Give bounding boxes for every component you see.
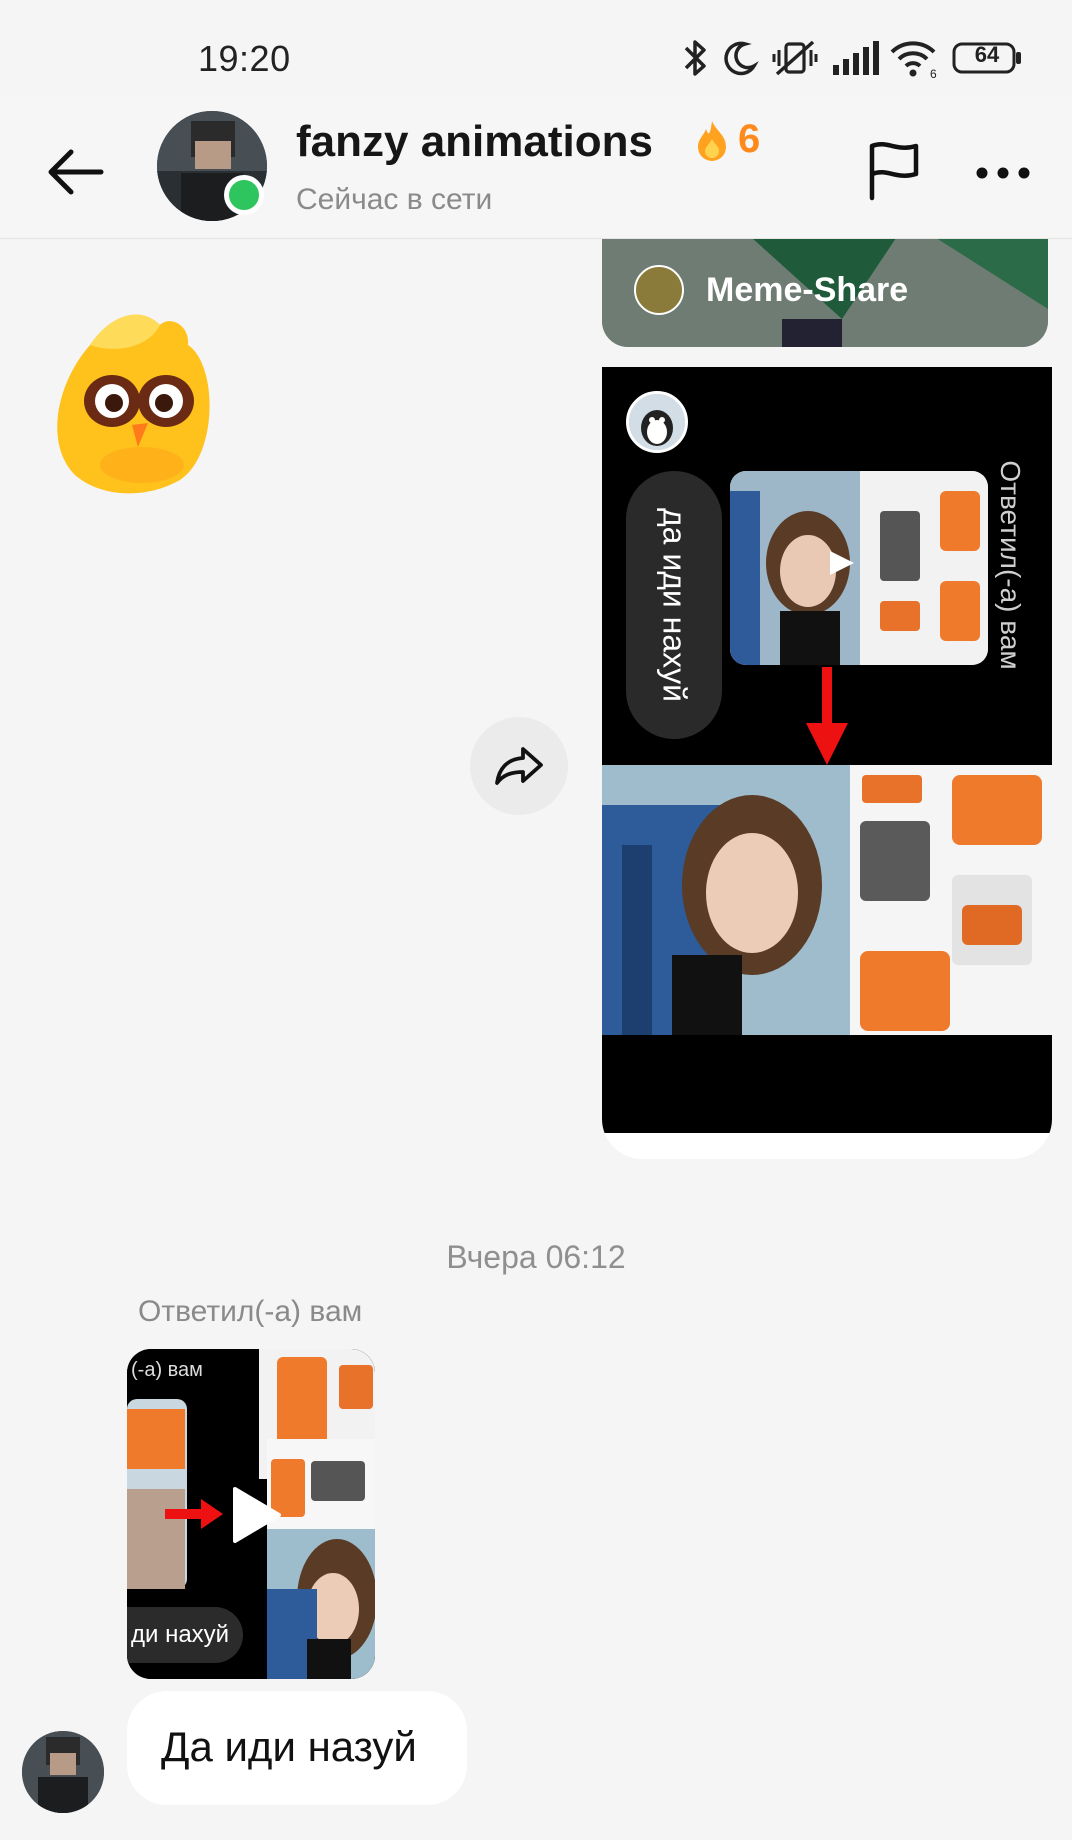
shared-post-label: Meme-Share [706,271,909,309]
presence-status: Сейчас в сети [296,183,493,216]
shared-post-card[interactable]: Meme-Share [602,239,1048,347]
back-arrow-icon [48,149,104,195]
video-thumbnail-large [602,765,1052,1035]
red-arrow-icon [806,667,848,765]
shared-video-message[interactable]: да иди нахуй Ответил(-а) вам [602,367,1052,1159]
forward-button[interactable] [470,717,568,815]
moon-icon [720,38,760,78]
back-button[interactable] [40,137,110,207]
svg-text:6: 6 [930,67,937,78]
replied-label: Ответил(-а) вам [138,1295,363,1328]
message-bubble[interactable]: Да иди назуй [127,1691,467,1805]
vibrate-off-icon [770,38,820,78]
reply-thumb-bottom-text: ди нахуй [127,1607,243,1663]
shared-post-avatar [634,265,684,315]
contact-name[interactable]: fanzy animations [296,117,653,167]
report-button[interactable] [860,135,928,207]
battery-level: 64 [974,42,1000,67]
play-icon[interactable] [229,1485,283,1545]
chick-sticker[interactable] [50,305,220,495]
chat-area[interactable]: Meme-Share да иди нахуй Ответил(-а) вам [0,239,1072,1840]
flame-icon [698,120,726,161]
bluetooth-icon [678,38,712,78]
signal-icon [830,38,880,78]
status-time: 19:20 [198,38,291,79]
video-thumbnail-small [730,471,988,665]
streak-badge: 6 [694,117,760,162]
share-arrow-icon [495,747,543,785]
reply-video-thumbnail[interactable]: (-а) вам ди нахуй [127,1349,375,1679]
more-options-button[interactable] [970,143,1036,203]
reply-thumb-top-text: (-а) вам [131,1359,203,1381]
video-frame[interactable]: да иди нахуй Ответил(-а) вам [602,367,1052,1133]
status-bar: 19:20 6 64 [0,0,1072,108]
date-divider: Вчера 06:12 [446,1239,626,1275]
sender-avatar[interactable] [22,1731,104,1813]
video-replied-text: Ответил(-а) вам [995,460,1026,670]
online-indicator [224,175,264,215]
chat-header: fanzy animations 6 Сейчас в сети [0,95,1072,239]
battery-icon: 64 [952,38,1024,78]
video-reply-text: да иди нахуй [656,507,693,703]
video-creator-avatar [626,391,688,453]
more-icon [976,167,1030,179]
flag-icon [869,142,919,201]
streak-count: 6 [738,117,761,161]
wifi-icon: 6 [888,38,940,78]
message-text: Да иди назуй [161,1723,417,1770]
